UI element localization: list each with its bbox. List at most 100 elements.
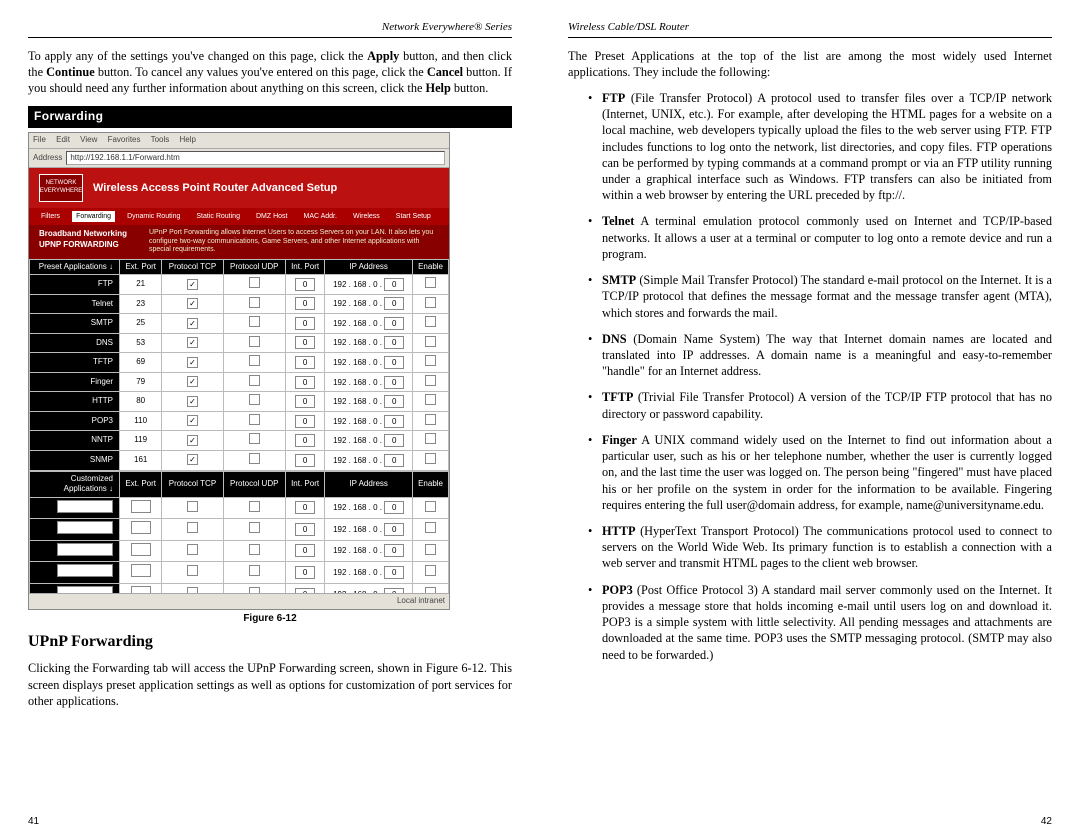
menu-item[interactable]: File <box>33 135 46 144</box>
int-port-input[interactable]: 0 <box>285 562 324 584</box>
ip-address[interactable]: 192 . 168 . 0 . 0 <box>325 294 413 314</box>
menu-item[interactable]: Favorites <box>108 135 141 144</box>
int-port-input[interactable]: 0 <box>285 450 324 470</box>
int-port-input[interactable]: 0 <box>285 372 324 392</box>
ext-port: 25 <box>120 314 162 334</box>
enable-check[interactable] <box>413 333 449 353</box>
tcp-check[interactable] <box>162 519 223 541</box>
col-intport: Int. Port <box>285 259 324 275</box>
ip-address[interactable]: 192 . 168 . 0 . 0 <box>325 562 413 584</box>
udp-check[interactable] <box>223 392 285 412</box>
custom-name-input[interactable] <box>30 519 120 541</box>
enable-check[interactable] <box>413 562 449 584</box>
udp-check[interactable] <box>223 519 285 541</box>
udp-check[interactable] <box>223 431 285 451</box>
int-port-input[interactable]: 0 <box>285 411 324 431</box>
int-port-input[interactable]: 0 <box>285 333 324 353</box>
tcp-check[interactable]: ✓ <box>162 411 223 431</box>
row-name: DNS <box>30 333 120 353</box>
tcp-check[interactable]: ✓ <box>162 450 223 470</box>
int-port-input[interactable]: 0 <box>285 392 324 412</box>
menu-item[interactable]: View <box>80 135 97 144</box>
enable-check[interactable] <box>413 540 449 562</box>
menu-item[interactable]: Help <box>180 135 196 144</box>
ip-address[interactable]: 192 . 168 . 0 . 0 <box>325 314 413 334</box>
menu-item[interactable]: Tools <box>151 135 170 144</box>
custom-name-input[interactable] <box>30 562 120 584</box>
int-port-input[interactable]: 0 <box>285 431 324 451</box>
enable-check[interactable] <box>413 275 449 295</box>
udp-check[interactable] <box>223 294 285 314</box>
enable-check[interactable] <box>413 294 449 314</box>
enable-check[interactable] <box>413 497 449 519</box>
custom-name-input[interactable] <box>30 497 120 519</box>
udp-check[interactable] <box>223 411 285 431</box>
udp-check[interactable] <box>223 333 285 353</box>
tab-filters[interactable]: Filters <box>37 211 64 222</box>
udp-check[interactable] <box>223 372 285 392</box>
menu-item[interactable]: Edit <box>56 135 70 144</box>
tcp-check[interactable]: ✓ <box>162 353 223 373</box>
tab-mac[interactable]: MAC Addr. <box>299 211 340 222</box>
custom-name-input[interactable] <box>30 540 120 562</box>
tcp-check[interactable] <box>162 562 223 584</box>
udp-check[interactable] <box>223 275 285 295</box>
enable-check[interactable] <box>413 372 449 392</box>
enable-check[interactable] <box>413 392 449 412</box>
ip-address[interactable]: 192 . 168 . 0 . 0 <box>325 411 413 431</box>
int-port-input[interactable]: 0 <box>285 353 324 373</box>
ext-port-input[interactable] <box>120 562 162 584</box>
udp-check[interactable] <box>223 497 285 519</box>
protocol-item: FTP (File Transfer Protocol) A protocol … <box>588 90 1052 204</box>
tcp-check[interactable]: ✓ <box>162 372 223 392</box>
ip-address[interactable]: 192 . 168 . 0 . 0 <box>325 353 413 373</box>
tcp-check[interactable]: ✓ <box>162 294 223 314</box>
enable-check[interactable] <box>413 314 449 334</box>
tab-dynamic-routing[interactable]: Dynamic Routing <box>123 211 184 222</box>
tab-static-routing[interactable]: Static Routing <box>192 211 244 222</box>
ip-address[interactable]: 192 . 168 . 0 . 0 <box>325 450 413 470</box>
enable-check[interactable] <box>413 519 449 541</box>
enable-check[interactable] <box>413 450 449 470</box>
ext-port-input[interactable] <box>120 519 162 541</box>
udp-check[interactable] <box>223 353 285 373</box>
ip-address[interactable]: 192 . 168 . 0 . 0 <box>325 333 413 353</box>
tab-dmz[interactable]: DMZ Host <box>252 211 292 222</box>
ip-address[interactable]: 192 . 168 . 0 . 0 <box>325 372 413 392</box>
tab-start-setup[interactable]: Start Setup <box>392 211 435 222</box>
ext-port-input[interactable] <box>120 540 162 562</box>
tcp-check[interactable]: ✓ <box>162 333 223 353</box>
ip-address[interactable]: 192 . 168 . 0 . 0 <box>325 519 413 541</box>
udp-check[interactable] <box>223 540 285 562</box>
t: To apply any of the settings you've chan… <box>28 49 367 63</box>
udp-check[interactable] <box>223 314 285 334</box>
tcp-check[interactable] <box>162 497 223 519</box>
tcp-check[interactable]: ✓ <box>162 275 223 295</box>
ip-address[interactable]: 192 . 168 . 0 . 0 <box>325 497 413 519</box>
tcp-check[interactable]: ✓ <box>162 431 223 451</box>
enable-check[interactable] <box>413 353 449 373</box>
tab-forwarding[interactable]: Forwarding <box>72 211 115 222</box>
int-port-input[interactable]: 0 <box>285 519 324 541</box>
tcp-check[interactable]: ✓ <box>162 392 223 412</box>
int-port-input[interactable]: 0 <box>285 540 324 562</box>
address-input[interactable]: http://192.168.1.1/Forward.htm <box>66 151 445 166</box>
int-port-input[interactable]: 0 <box>285 275 324 295</box>
ip-address[interactable]: 192 . 168 . 0 . 0 <box>325 392 413 412</box>
int-port-input[interactable]: 0 <box>285 294 324 314</box>
udp-check[interactable] <box>223 562 285 584</box>
tcp-check[interactable] <box>162 540 223 562</box>
tab-wireless[interactable]: Wireless <box>349 211 384 222</box>
enable-check[interactable] <box>413 411 449 431</box>
ip-address[interactable]: 192 . 168 . 0 . 0 <box>325 431 413 451</box>
tcp-check[interactable]: ✓ <box>162 314 223 334</box>
ip-address[interactable]: 192 . 168 . 0 . 0 <box>325 540 413 562</box>
ext-port-input[interactable] <box>120 497 162 519</box>
int-port-input[interactable]: 0 <box>285 314 324 334</box>
udp-check[interactable] <box>223 450 285 470</box>
ext-port: 23 <box>120 294 162 314</box>
ip-address[interactable]: 192 . 168 . 0 . 0 <box>325 275 413 295</box>
enable-check[interactable] <box>413 431 449 451</box>
t: UPNP FORWARDING <box>39 240 139 251</box>
int-port-input[interactable]: 0 <box>285 497 324 519</box>
